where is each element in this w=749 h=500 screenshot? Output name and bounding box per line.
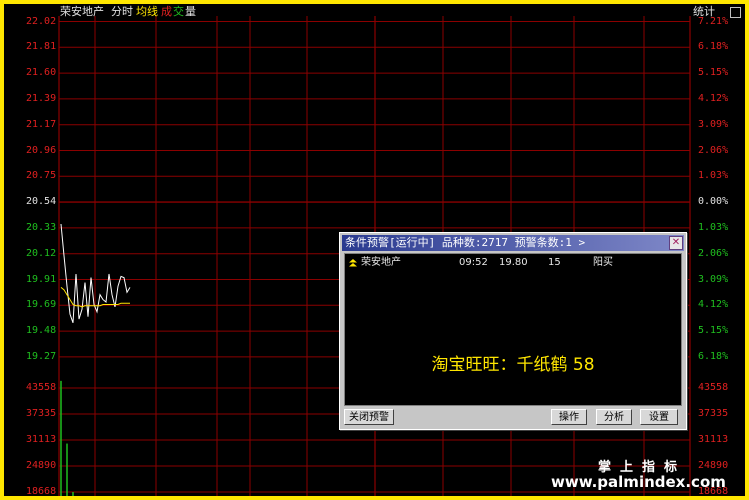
watermark-url: www.palmindex.com	[551, 473, 726, 491]
alert-price: 19.80	[499, 257, 528, 268]
operate-button[interactable]: 操作	[551, 409, 587, 425]
alert-signal: 阳买	[593, 257, 613, 268]
volume-tick-right: 24890	[698, 460, 729, 471]
price-tick-left: 21.60	[26, 67, 57, 79]
volume-tick-left: 43558	[26, 382, 57, 393]
percent-tick-right: 5.15%	[698, 325, 729, 337]
alert-row[interactable]: 荣安地产 09:52 19.80 15 阳买	[345, 256, 681, 270]
price-tick-left: 20.33	[26, 221, 57, 233]
price-tick-left: 20.96	[26, 144, 57, 156]
price-tick-left: 19.69	[26, 299, 57, 311]
percent-tick-right: 0.00%	[698, 196, 729, 208]
volume-tick-left: 37335	[26, 408, 57, 419]
settings-button[interactable]: 设置	[640, 409, 678, 425]
close-alert-button[interactable]: 关闭预警	[344, 409, 394, 425]
stock-name: 荣安地产	[60, 5, 104, 18]
percent-tick-right: 5.15%	[698, 67, 729, 79]
percent-tick-right: 1.03%	[698, 221, 729, 233]
tab-time-share[interactable]: 分时	[111, 4, 133, 20]
percent-tick-right: 1.03%	[698, 170, 729, 182]
close-icon[interactable]: ✕	[669, 236, 683, 250]
price-tick-left: 19.27	[26, 350, 57, 362]
percent-tick-right: 2.06%	[698, 247, 729, 259]
condition-alert-dialog: 条件预警[运行中] 品种数:2717 预警条数:1 > ✕ 荣安地产 09:52…	[339, 232, 687, 430]
price-tick-left: 21.81	[26, 41, 57, 53]
percent-tick-right: 7.21%	[698, 15, 729, 27]
price-tick-left: 21.39	[26, 92, 57, 104]
tab-volume-char-3[interactable]: 量	[185, 4, 196, 20]
price-tick-left: 20.75	[26, 170, 57, 182]
price-tick-left: 20.12	[26, 247, 57, 259]
volume-tick-left: 31113	[26, 434, 57, 445]
percent-tick-right: 3.09%	[698, 273, 729, 285]
percent-tick-right: 3.09%	[698, 118, 729, 130]
window-toggle-icon[interactable]	[730, 7, 741, 18]
dialog-title[interactable]: 条件预警[运行中] 品种数:2717 预警条数:1 >	[342, 235, 684, 251]
percent-tick-right: 4.12%	[698, 299, 729, 311]
double-up-arrow-icon	[349, 259, 357, 267]
alert-list: 荣安地产 09:52 19.80 15 阳买 淘宝旺旺：千纸鹤 58	[344, 253, 682, 406]
price-tick-left: 22.02	[26, 15, 57, 27]
volume-tick-right: 37335	[698, 408, 729, 419]
alert-time: 09:52	[459, 257, 488, 268]
volume-tick-left: 24890	[26, 460, 57, 471]
chart-header: 荣安地产 分时 均线 成 交 量 统计	[4, 4, 745, 20]
volume-tick-right: 31113	[698, 434, 729, 445]
volume-tick-left: 18668	[26, 486, 57, 497]
alert-volume: 15	[548, 257, 561, 268]
overlay-ad-text: 淘宝旺旺：千纸鹤 58	[431, 355, 595, 375]
analyze-button[interactable]: 分析	[596, 409, 632, 425]
volume-tick-right: 43558	[698, 382, 729, 393]
tab-volume-char-2[interactable]: 交	[173, 4, 184, 20]
percent-tick-right: 4.12%	[698, 92, 729, 104]
tab-average-line[interactable]: 均线	[136, 4, 158, 20]
percent-tick-right: 2.06%	[698, 144, 729, 156]
price-tick-left: 20.54	[26, 196, 57, 208]
percent-tick-right: 6.18%	[698, 41, 729, 53]
price-tick-left: 19.91	[26, 273, 57, 285]
chart-window: 荣安地产 分时 均线 成 交 量 统计 22.02 21.81 21.60 21.39…	[0, 0, 749, 500]
percent-tick-right: 6.18%	[698, 350, 729, 362]
price-tick-left: 21.17	[26, 118, 57, 130]
alert-stock: 荣安地产	[361, 257, 401, 268]
tab-volume-char-1[interactable]: 成	[161, 4, 172, 20]
price-tick-left: 19.48	[26, 325, 57, 337]
